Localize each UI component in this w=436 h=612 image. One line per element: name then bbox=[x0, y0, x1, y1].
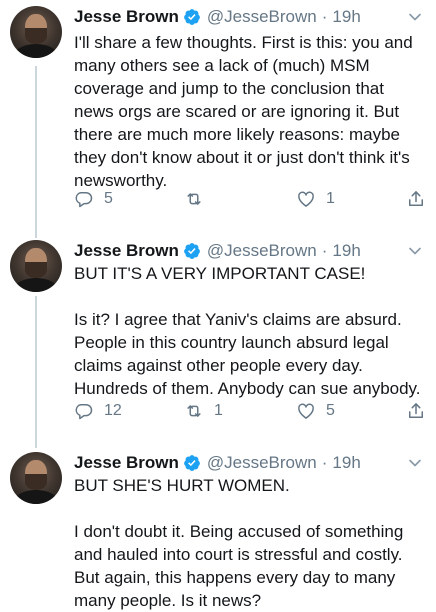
like-button[interactable]: 5 bbox=[296, 400, 335, 422]
tweet-text: BUT IT'S A VERY IMPORTANT CASE! Is it? I… bbox=[74, 264, 421, 398]
author-name[interactable]: Jesse Brown bbox=[74, 453, 179, 473]
tweet-header: Jesse Brown @JesseBrown · 19h bbox=[74, 450, 361, 476]
avatar[interactable] bbox=[10, 6, 62, 58]
reply-button[interactable]: 12 bbox=[74, 400, 122, 422]
retweet-button[interactable] bbox=[184, 188, 214, 210]
heart-icon bbox=[298, 403, 314, 419]
heart-icon bbox=[298, 191, 314, 207]
tweet-text: BUT SHE'S HURT WOMEN. I don't doubt it. … bbox=[74, 476, 404, 610]
verified-badge-icon bbox=[184, 455, 200, 471]
like-count: 5 bbox=[326, 402, 335, 419]
share-icon bbox=[409, 191, 423, 206]
separator-dot: · bbox=[321, 241, 328, 260]
reply-count: 12 bbox=[104, 402, 122, 419]
chevron-down-icon[interactable] bbox=[408, 244, 422, 258]
share-icon bbox=[409, 403, 423, 418]
retweet-count: 1 bbox=[214, 402, 223, 419]
retweet-icon bbox=[187, 405, 201, 417]
separator-dot: · bbox=[321, 7, 328, 26]
share-button[interactable] bbox=[406, 400, 436, 422]
chevron-down-icon[interactable] bbox=[408, 10, 422, 24]
tweet[interactable]: Jesse Brown @JesseBrown · 19h BUT IT'S A… bbox=[0, 236, 436, 450]
tweet-header: Jesse Brown @JesseBrown · 19h bbox=[74, 238, 361, 264]
tweet-actions: 5 1 bbox=[74, 188, 426, 210]
timestamp[interactable]: 19h bbox=[332, 7, 360, 27]
reply-count: 5 bbox=[104, 190, 113, 207]
like-count: 1 bbox=[326, 190, 335, 207]
like-button[interactable]: 1 bbox=[296, 188, 335, 210]
tweet-thread: Jesse Brown @JesseBrown · 19h I'll share… bbox=[0, 0, 436, 610]
author-handle[interactable]: @JesseBrown bbox=[207, 241, 317, 261]
share-button[interactable] bbox=[406, 188, 436, 210]
retweet-icon bbox=[187, 193, 201, 205]
retweet-button[interactable]: 1 bbox=[184, 400, 223, 422]
author-name[interactable]: Jesse Brown bbox=[74, 241, 179, 261]
reply-button[interactable]: 5 bbox=[74, 188, 113, 210]
timestamp[interactable]: 19h bbox=[332, 453, 360, 473]
author-name[interactable]: Jesse Brown bbox=[74, 7, 179, 27]
timestamp[interactable]: 19h bbox=[332, 241, 360, 261]
author-handle[interactable]: @JesseBrown bbox=[207, 453, 317, 473]
verified-badge-icon bbox=[184, 9, 200, 25]
verified-badge-icon bbox=[184, 243, 200, 259]
reply-icon bbox=[75, 192, 93, 208]
tweet[interactable]: Jesse Brown @JesseBrown · 19h BUT SHE'S … bbox=[0, 450, 436, 610]
author-handle[interactable]: @JesseBrown bbox=[207, 7, 317, 27]
tweet[interactable]: Jesse Brown @JesseBrown · 19h I'll share… bbox=[0, 0, 436, 236]
avatar[interactable] bbox=[10, 452, 62, 504]
separator-dot: · bbox=[321, 453, 328, 472]
chevron-down-icon[interactable] bbox=[408, 456, 422, 470]
reply-icon bbox=[75, 404, 93, 420]
tweet-actions: 12 1 5 bbox=[74, 400, 426, 422]
tweet-header: Jesse Brown @JesseBrown · 19h bbox=[74, 4, 361, 30]
tweet-text: I'll share a few thoughts. First is this… bbox=[74, 33, 418, 190]
avatar[interactable] bbox=[10, 240, 62, 292]
